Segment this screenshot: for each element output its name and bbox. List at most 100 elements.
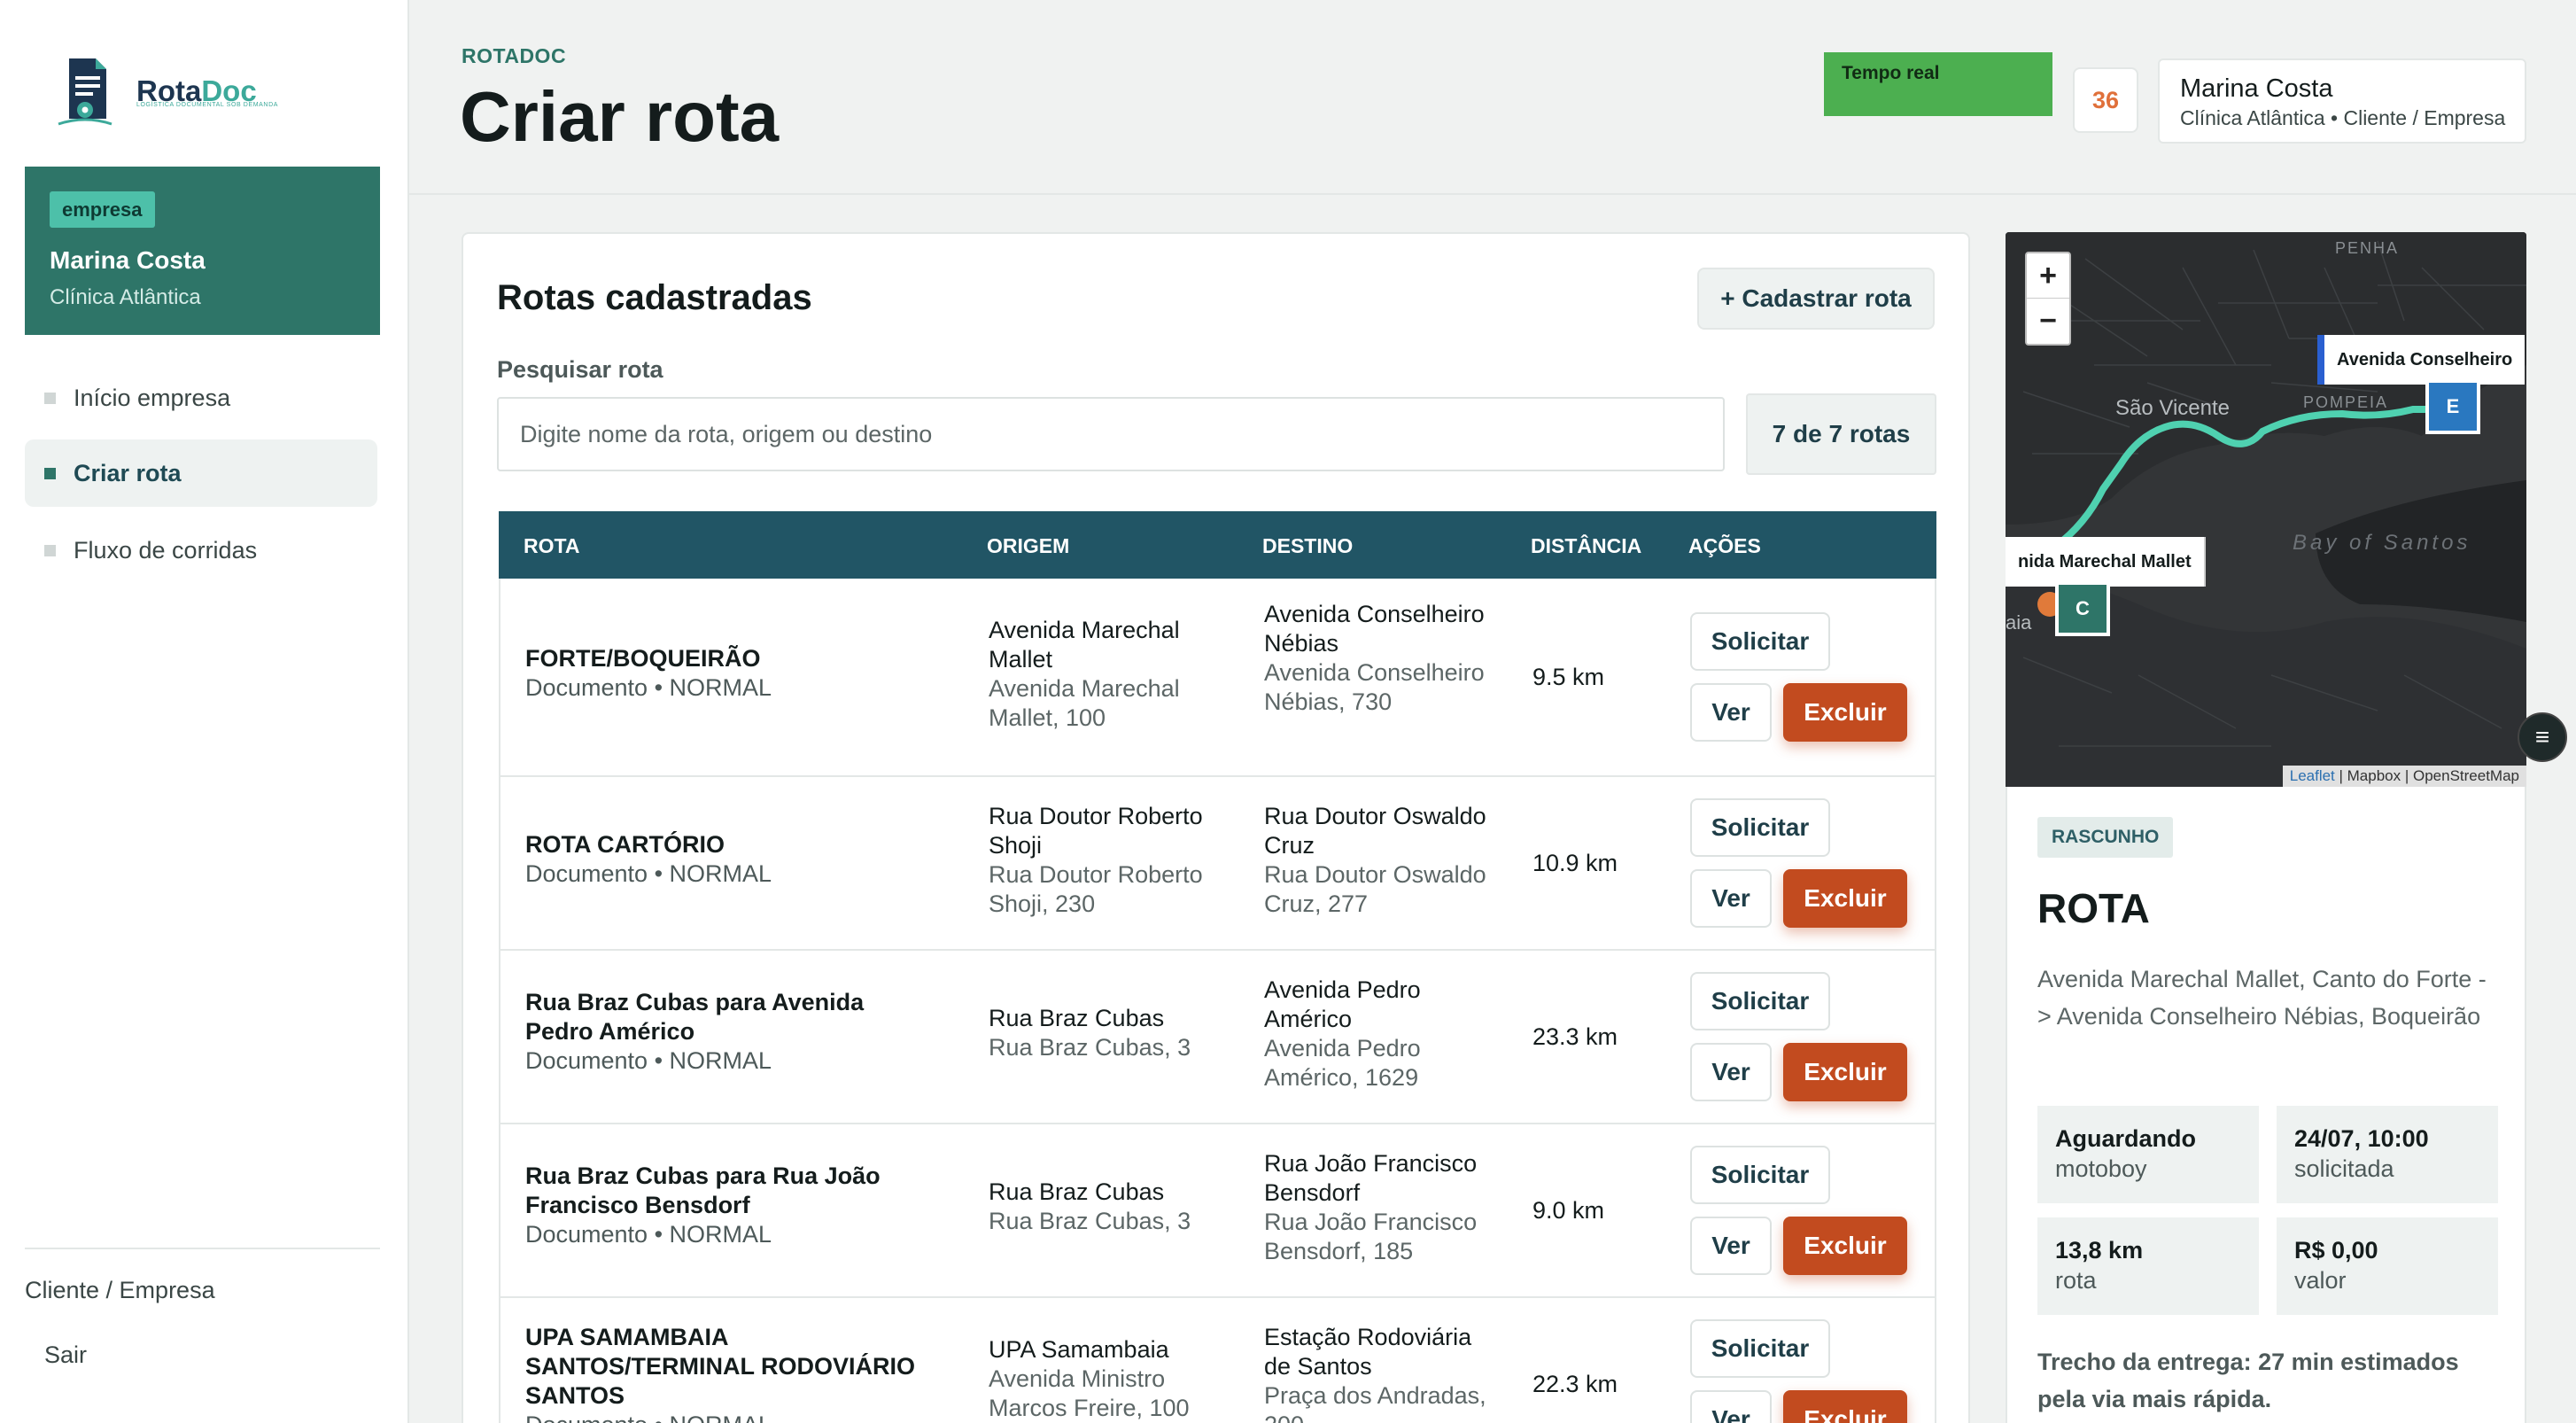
destination-name: Rua Doutor Oswaldo Cruz: [1264, 803, 1486, 859]
page-title: Criar rota: [460, 77, 780, 156]
table-row: ROTA CARTÓRIO Documento • NORMAL Rua Dou…: [499, 777, 1936, 951]
column-header-destino: DESTINO: [1262, 534, 1354, 557]
search-input[interactable]: [497, 397, 1725, 471]
origin-address: Rua Braz Cubas, 3: [989, 1034, 1191, 1061]
view-button[interactable]: Ver: [1690, 1390, 1772, 1423]
table-row: Rua Braz Cubas para Rua João Francisco B…: [499, 1124, 1936, 1298]
map-label-bay: Bay of Santos: [2293, 531, 2471, 555]
route-name: UPA SAMAMBAIA SANTOS/TERMINAL RODOVIÁRIO…: [525, 1324, 916, 1409]
origin-cell: UPA Samambaia Avenida Ministro Marcos Fr…: [989, 1335, 1245, 1423]
view-button[interactable]: Ver: [1690, 683, 1772, 742]
map-label-penha: PENHA: [2335, 239, 2399, 257]
routes-table: ROTA ORIGEM DESTINO DISTÂNCIA AÇÕES FORT…: [499, 511, 1936, 1423]
notification-count-badge[interactable]: 36: [2073, 67, 2138, 133]
stat-distance: 13,8 km rota: [2037, 1217, 2259, 1315]
collection-marker-icon[interactable]: C: [2055, 581, 2110, 636]
status-badge: RASCUNHO: [2037, 817, 2174, 858]
destination-address: Avenida Pedro Américo, 1629: [1264, 1035, 1421, 1091]
header-divider: [409, 193, 2576, 195]
request-button[interactable]: Solicitar: [1690, 972, 1830, 1030]
user-organization: Clínica Atlântica: [50, 285, 201, 309]
destination-cell: Rua João Francisco Bensdorf Rua João Fra…: [1264, 1149, 1503, 1266]
destination-name: Avenida Conselheiro Nébias: [1264, 601, 1485, 657]
user-type-badge: empresa: [50, 191, 155, 228]
delete-button[interactable]: Excluir: [1783, 1390, 1907, 1423]
route-type: Documento • NORMAL: [525, 860, 772, 887]
map-attribution: Leaflet | Mapbox | OpenStreetMap: [2282, 766, 2526, 787]
destination-address: Avenida Conselheiro Nébias, 730: [1264, 659, 1485, 715]
route-type: Documento • NORMAL: [525, 674, 772, 701]
add-route-button[interactable]: + Cadastrar rota: [1697, 268, 1935, 330]
leaflet-link[interactable]: Leaflet: [2290, 767, 2335, 784]
view-button[interactable]: Ver: [1690, 1217, 1772, 1275]
origin-name: UPA Samambaia: [989, 1336, 1169, 1363]
nav-item-label: Fluxo de corridas: [74, 536, 258, 564]
route-distance: 23.3 km: [1532, 1023, 1618, 1050]
column-header-rota: ROTA: [524, 534, 580, 557]
route-detail-card: RASCUNHO ROTA Avenida Marechal Mallet, C…: [2006, 787, 2526, 1423]
column-header-acoes: AÇÕES: [1688, 534, 1761, 557]
origin-cell: Rua Braz Cubas Rua Braz Cubas, 3: [989, 1178, 1245, 1236]
delete-button[interactable]: Excluir: [1783, 869, 1907, 928]
route-distance: 9.0 km: [1532, 1197, 1605, 1224]
page-eyebrow: ROTADOC: [462, 44, 567, 67]
route-distance: 9.5 km: [1532, 664, 1605, 690]
nav-item-inicio-empresa[interactable]: Início empresa: [25, 364, 377, 432]
route-type: Documento • NORMAL: [525, 1411, 959, 1423]
request-button[interactable]: Solicitar: [1690, 1319, 1830, 1378]
route-cell: Rua Braz Cubas para Avenida Pedro Améric…: [525, 988, 924, 1076]
profile-name: Marina Costa: [2180, 74, 2333, 103]
realtime-status-badge: Tempo real: [1824, 52, 2052, 116]
origin-address: Rua Braz Cubas, 3: [989, 1208, 1191, 1234]
origin-cell: Avenida Marechal Mallet Avenida Marechal…: [989, 616, 1245, 733]
map-label-aia: aia: [2006, 611, 2032, 634]
origin-name: Avenida Marechal Mallet: [989, 617, 1180, 673]
user-name: Marina Costa: [50, 246, 206, 274]
origin-address: Rua Doutor Roberto Shoji, 230: [989, 861, 1203, 917]
zoom-control: + −: [2025, 252, 2071, 346]
destination-popup[interactable]: Avenida Conselheiro: [2317, 335, 2526, 385]
logout-link[interactable]: Sair: [44, 1341, 87, 1369]
user-card: empresa Marina Costa Clínica Atlântica: [25, 167, 380, 335]
nav-item-criar-rota[interactable]: Criar rota: [25, 439, 377, 507]
detail-address: Avenida Marechal Mallet, Canto do Forte …: [2037, 966, 2487, 1030]
route-cell: FORTE/BOQUEIRÃO Documento • NORMAL: [525, 644, 950, 703]
destination-address: Rua João Francisco Bensdorf, 185: [1264, 1209, 1478, 1264]
origin-popup[interactable]: nida Marechal Mallet: [2006, 537, 2206, 587]
delete-button[interactable]: Excluir: [1783, 1217, 1907, 1275]
nav-bullet-icon: [44, 544, 56, 556]
route-name: Rua Braz Cubas para Avenida Pedro Améric…: [525, 989, 865, 1045]
stat-status: Aguardando motoboy: [2037, 1106, 2259, 1203]
route-cell: Rua Braz Cubas para Rua João Francisco B…: [525, 1162, 924, 1249]
destination-marker-icon[interactable]: E: [2425, 379, 2480, 434]
route-type: Documento • NORMAL: [525, 1221, 772, 1248]
profile-menu[interactable]: Marina Costa Clínica Atlântica • Cliente…: [2158, 58, 2526, 144]
request-button[interactable]: Solicitar: [1690, 1146, 1830, 1204]
request-button[interactable]: Solicitar: [1690, 612, 1830, 671]
view-button[interactable]: Ver: [1690, 1043, 1772, 1101]
zoom-in-button[interactable]: +: [2027, 253, 2069, 299]
table-row: Rua Braz Cubas para Avenida Pedro Améric…: [499, 951, 1936, 1124]
delete-button[interactable]: Excluir: [1783, 683, 1907, 742]
destination-cell: Rua Doutor Oswaldo Cruz Rua Doutor Oswal…: [1264, 802, 1503, 919]
zoom-out-button[interactable]: −: [2027, 299, 2069, 344]
origin-cell: Rua Doutor Roberto Shoji Rua Doutor Robe…: [989, 802, 1245, 919]
destination-address: Praça dos Andradas, 200: [1264, 1382, 1486, 1423]
column-header-distancia: DISTÂNCIA: [1531, 534, 1642, 557]
nav-item-label: Criar rota: [74, 459, 182, 486]
profile-subtitle: Clínica Atlântica • Cliente / Empresa: [2180, 106, 2506, 129]
nav-bullet-icon: [44, 392, 56, 404]
table-row: FORTE/BOQUEIRÃO Documento • NORMAL Aveni…: [499, 579, 1936, 777]
route-name: Rua Braz Cubas para Rua João Francisco B…: [525, 1163, 881, 1218]
sidebar-role-label: Cliente / Empresa: [25, 1277, 215, 1303]
view-button[interactable]: Ver: [1690, 869, 1772, 928]
route-map[interactable]: PENHA São Vicente POMPEIA Bay of Santos …: [2006, 232, 2526, 787]
origin-name: Rua Braz Cubas: [989, 1178, 1165, 1205]
route-cell: UPA SAMAMBAIA SANTOS/TERMINAL RODOVIÁRIO…: [525, 1323, 959, 1423]
request-button[interactable]: Solicitar: [1690, 798, 1830, 857]
route-name: ROTA CARTÓRIO: [525, 831, 725, 858]
map-layers-toggle-icon[interactable]: ≡: [2518, 712, 2567, 762]
destination-cell: Avenida Conselheiro Nébias Avenida Conse…: [1264, 600, 1503, 717]
delete-button[interactable]: Excluir: [1783, 1043, 1907, 1101]
nav-item-fluxo-de-corridas[interactable]: Fluxo de corridas: [25, 517, 377, 584]
